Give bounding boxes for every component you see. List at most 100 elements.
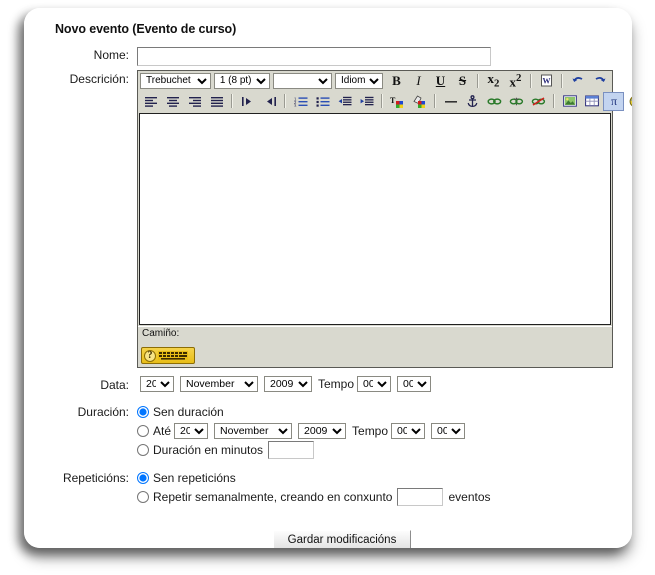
name-input[interactable] [137,46,491,66]
duration-minutes-radio[interactable] [137,444,149,456]
duration-hour-select[interactable]: 00 [391,422,426,439]
page-title: Novo evento (Evento de curso) [55,22,237,36]
question-mark-icon: ? [144,349,156,362]
save-button[interactable]: Gardar modificacións [272,530,412,548]
svg-text:T: T [390,96,396,105]
rich-text-editor: Trebuchet 1 (8 pt) Idioma B I U S x2 x2 … [137,69,632,368]
spellcheck-button[interactable]: ? [141,347,195,364]
toolbar-separator [561,73,563,88]
toolbar-separator [284,94,286,108]
text-direction-ltr-icon[interactable] [237,92,258,111]
repeats-label: Repeticións: [62,471,129,485]
date-month-select[interactable]: November [180,376,258,392]
repeats-option-none[interactable]: Sen repeticións [137,469,620,486]
description-label: Descrición: [69,71,129,86]
strikethrough-icon[interactable]: S [452,71,473,90]
duration-until-label: Até [153,423,172,438]
underline-icon[interactable]: U [430,71,451,90]
name-label: Nome: [93,48,129,62]
font-family-select[interactable]: Trebuchet [140,72,211,89]
ordered-list-icon[interactable]: 123 [290,92,311,111]
text-direction-rtl-icon[interactable] [259,92,280,111]
duration-option-minutes[interactable]: Duración en minutos [137,441,620,459]
cleanup-word-html-icon[interactable]: W [536,71,557,90]
svg-text:π: π [610,95,616,107]
duration-label: Duración: [77,405,129,419]
align-left-icon[interactable] [140,92,161,111]
repeats-events-suffix: eventos [448,490,491,504]
repeats-none-label: Sen repeticións [153,470,236,485]
duration-time-label: Tempo [352,423,389,438]
date-row: Data: 20 November 2009 Tempo 00 00 [36,376,620,395]
toolbar-separator [231,94,233,108]
outdent-icon[interactable] [334,92,355,111]
align-right-icon[interactable] [184,92,205,111]
background-color-icon[interactable] [409,92,430,111]
bold-icon[interactable]: B [386,71,407,90]
date-day-select[interactable]: 20 [140,376,174,392]
toolbar-separator [381,94,383,108]
repeats-none-radio[interactable] [137,471,149,484]
font-size-select[interactable]: 1 (8 pt) [213,72,270,89]
duration-none-label: Sen duración [153,404,224,419]
editor-path-bar: Camiño: [138,325,612,343]
no-break-icon[interactable] [528,92,549,111]
repeats-option-weekly[interactable]: Repetir semanalmente, creando en conxunt… [137,488,620,506]
name-row: Nome: [36,46,620,66]
editor-toolbar-row-2: 123 T π [138,90,632,112]
repeats-weekly-label: Repetir semanalmente, creando en conxunt… [153,490,393,504]
paragraph-format-select[interactable] [272,72,332,89]
duration-option-none[interactable]: Sen duración [137,403,620,420]
description-editor-body[interactable] [139,112,611,325]
spellcheck-strip: ? [138,342,612,367]
horizontal-rule-icon[interactable] [440,92,461,111]
insert-table-icon[interactable] [581,92,602,111]
duration-minute-select[interactable]: 00 [431,422,466,439]
repeats-count-input[interactable] [397,488,444,506]
duration-year-select[interactable]: 2009 [298,422,347,439]
text-color-icon[interactable]: T [387,92,408,111]
insert-math-icon[interactable]: π [603,91,624,111]
save-button-wrap: Gardar modificacións [36,530,620,548]
subscript-icon[interactable]: x2 [483,71,504,90]
editor-toolbar-row-1: Trebuchet 1 (8 pt) Idioma B I U S x2 x2 … [138,70,612,91]
keyboard-icon [158,351,188,360]
date-label: Data: [100,378,129,392]
duration-none-radio[interactable] [137,405,149,418]
toolbar-separator [553,94,555,108]
insert-image-icon[interactable] [559,92,580,111]
duration-minutes-input[interactable] [268,441,315,459]
toolbar-separator [434,94,436,108]
undo-icon[interactable] [567,71,588,90]
date-controls: 20 November 2009 Tempo 00 00 [137,376,620,392]
unordered-list-icon[interactable] [312,92,333,111]
date-time-label: Tempo [318,377,355,391]
duration-day-select[interactable]: 20 [174,422,209,439]
anchor-icon[interactable] [462,92,483,111]
date-hour-select[interactable]: 00 [357,376,392,392]
indent-icon[interactable] [356,92,377,111]
repeats-row: Repeticións: Sen repeticións Repetir sem… [36,469,620,508]
duration-month-select[interactable]: November [214,422,293,439]
align-center-icon[interactable] [162,92,183,111]
align-justify-icon[interactable] [206,92,227,111]
svg-text:W: W [543,77,551,86]
duration-until-radio[interactable] [137,424,149,437]
duration-row: Duración: Sen duración Até 20 November 2… [36,403,620,461]
italic-icon[interactable]: I [408,71,429,90]
repeats-weekly-radio[interactable] [137,491,149,503]
insert-link-icon[interactable] [484,92,505,111]
date-minute-select[interactable]: 00 [397,376,432,392]
insert-emoticon-icon[interactable] [625,92,632,111]
unlink-icon[interactable] [506,92,527,111]
toolbar-separator [530,73,532,88]
date-year-select[interactable]: 2009 [264,376,312,392]
redo-icon[interactable] [589,71,610,90]
duration-option-until[interactable]: Até 20 November 2009 Tempo 00 00 [137,422,620,439]
superscript-icon[interactable]: x2 [505,71,526,90]
language-select[interactable]: Idioma [335,72,383,89]
description-row: Descrición: Trebuchet 1 (8 pt) Idioma B … [36,69,632,368]
svg-text:3: 3 [294,103,297,107]
event-form-panel: Novo evento (Evento de curso) Nome: Desc… [24,8,632,548]
toolbar-separator [477,73,479,88]
